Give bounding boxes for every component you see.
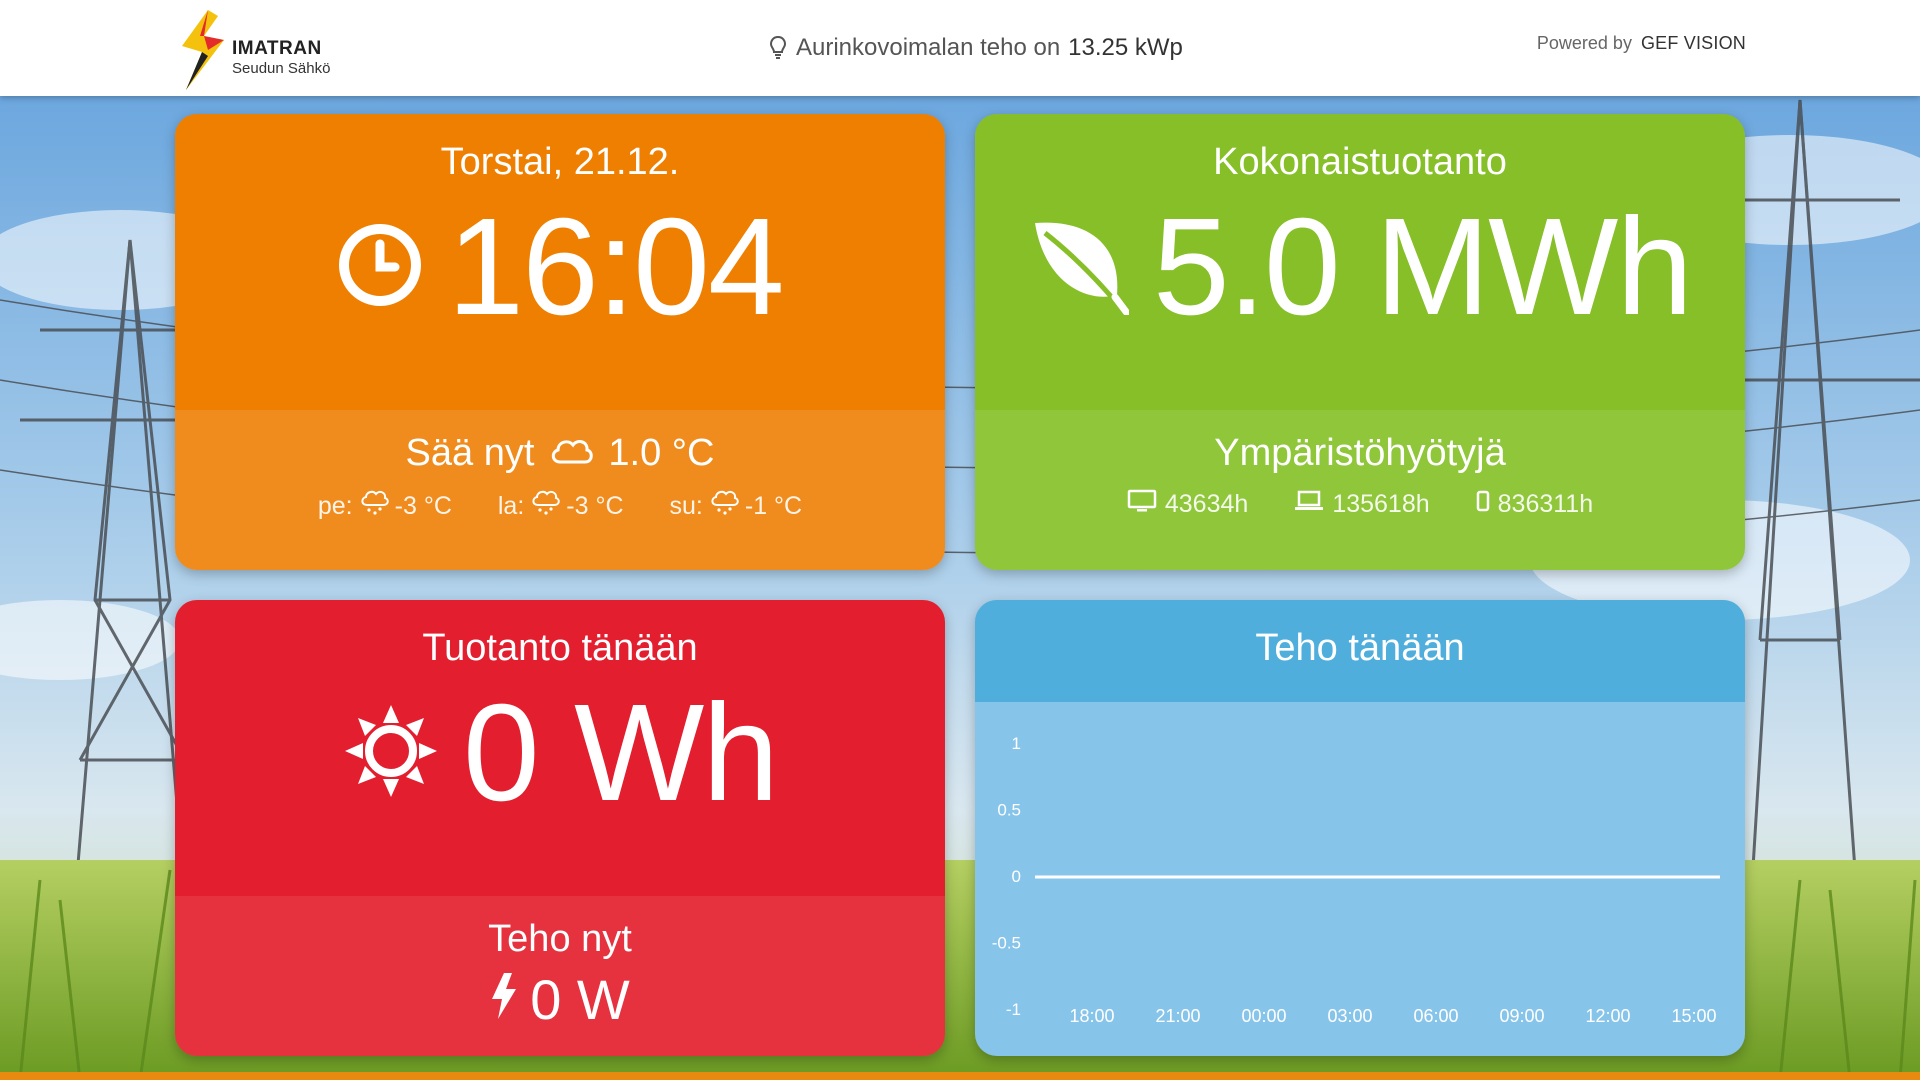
snow-cloud-icon — [359, 489, 389, 524]
equivalents-list: 43634h 135618h 836311h — [975, 489, 1745, 520]
monitor-icon — [1127, 489, 1157, 520]
forecast-temp: -1 °C — [744, 492, 803, 520]
total-production-card: Kokonaistuotanto 5.0 MWh Ympäristöhyötyj… — [975, 114, 1745, 570]
powered-by-label: Powered by — [1536, 33, 1632, 53]
sun-icon — [343, 703, 439, 804]
x-tick-label: 00:00 — [1241, 1006, 1286, 1026]
y-tick-label: 1 — [1012, 734, 1021, 753]
current-time: 16:04 — [447, 190, 784, 344]
forecast-item: pe: -3 °C — [318, 489, 452, 524]
power-chart[interactable]: 1 0.5 0 -0.5 -1 18:00 21:00 00:00 03:00 06:00 09:0… — [975, 702, 1745, 1056]
leaf-icon — [1029, 215, 1131, 320]
total-production-value: 5.0 MWh — [1152, 190, 1693, 344]
equivalent-value: 135618h — [1332, 490, 1430, 518]
plant-capacity-info: Aurinkovoimalan teho on 13.25 kWp — [770, 30, 1183, 66]
footer-strip — [0, 1072, 1920, 1080]
forecast-day: pe: — [317, 492, 353, 520]
power-now-value: 0 W — [530, 968, 630, 1031]
equivalent-value: 43634h — [1164, 490, 1249, 518]
powered-by: Powered by GEF VISION — [1537, 33, 1746, 54]
power-now-label: Teho nyt — [488, 918, 632, 960]
header-bar: IMATRAN Seudun Sähkö Aurinkovoimalan teh… — [0, 0, 1920, 96]
y-tick-label: -1 — [1006, 1000, 1021, 1019]
lightbulb-icon — [770, 36, 786, 60]
equivalent-item: 836311h — [1476, 490, 1593, 519]
production-today-card: Tuotanto tänään 0 Wh Teho nyt 0 W — [175, 600, 945, 1056]
x-tick-label: 09:00 — [1499, 1006, 1544, 1026]
forecast-day: la: — [497, 492, 525, 520]
power-now-display: 0 W — [175, 967, 945, 1032]
cloud-icon — [548, 432, 594, 475]
production-today-display: 0 Wh — [175, 670, 945, 828]
x-tick-label: 12:00 — [1585, 1006, 1630, 1026]
date-label: Torstai, 21.12. — [440, 141, 680, 183]
weather-now-temp: 1.0 °C — [608, 432, 715, 474]
vendor-name[interactable]: GEF VISION — [1641, 33, 1746, 53]
forecast-day: su: — [669, 492, 703, 520]
phone-icon — [1476, 490, 1490, 519]
environmental-benefits-title: Ympäristöhyötyjä — [1214, 432, 1506, 474]
snow-cloud-icon — [530, 489, 561, 524]
forecast-temp: -3 °C — [566, 492, 624, 520]
total-production-display: 5.0 MWh — [975, 184, 1745, 342]
total-production-title: Kokonaistuotanto — [1213, 141, 1507, 183]
forecast-list: pe: -3 °C la: -3 °C su: -1 °C — [175, 489, 945, 524]
time-weather-card: Torstai, 21.12. 16:04 Sää nyt 1.0 °C pe:… — [175, 114, 945, 570]
logo-sub-text: Seudun Sähkö — [232, 60, 331, 77]
y-tick-label: -0.5 — [992, 934, 1021, 953]
equivalent-value: 836311h — [1497, 490, 1594, 518]
logo-brand-text: IMATRAN — [232, 38, 322, 59]
x-tick-label: 06:00 — [1413, 1006, 1458, 1026]
weather-now-label: Sää nyt — [405, 432, 535, 474]
company-logo[interactable]: IMATRAN Seudun Sähkö — [178, 10, 338, 90]
equivalent-item: 135618h — [1294, 490, 1430, 519]
equivalent-item: 43634h — [1127, 489, 1248, 520]
bolt-icon — [490, 967, 518, 1032]
snow-cloud-icon — [709, 489, 739, 524]
forecast-item: la: -3 °C — [498, 489, 624, 524]
x-tick-label: 18:00 — [1069, 1006, 1114, 1026]
clock-icon — [337, 222, 423, 313]
y-tick-label: 0.5 — [997, 801, 1021, 820]
chart-title: Teho tänään — [1255, 627, 1465, 669]
production-today-title: Tuotanto tänään — [422, 627, 698, 669]
x-tick-label: 15:00 — [1671, 1006, 1716, 1026]
power-today-chart-card: Teho tänään 1 0.5 0 -0.5 -1 18:00 21:00 00:00 03… — [975, 600, 1745, 1056]
x-tick-label: 03:00 — [1327, 1006, 1372, 1026]
x-tick-label: 21:00 — [1155, 1006, 1200, 1026]
forecast-item: su: -1 °C — [669, 489, 803, 524]
clock-display: 16:04 — [175, 184, 945, 342]
production-today-value: 0 Wh — [462, 676, 779, 830]
y-tick-label: 0 — [1012, 867, 1021, 886]
forecast-temp: -3 °C — [394, 492, 452, 520]
plant-capacity-label: Aurinkovoimalan teho on — [796, 34, 1061, 61]
plant-capacity-value: 13.25 kWp — [1068, 34, 1183, 61]
lightning-logo-icon — [182, 10, 224, 90]
laptop-icon — [1294, 490, 1324, 519]
